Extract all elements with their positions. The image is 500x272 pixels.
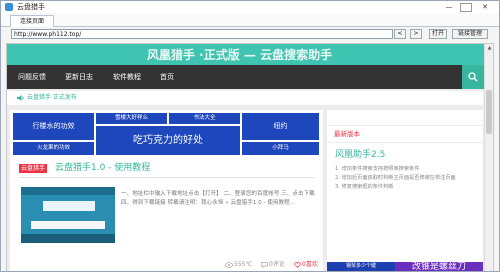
maximize-button[interactable] [460, 3, 472, 12]
post-thumbnail[interactable] [21, 187, 115, 243]
site-nav: 问题反馈 更新日志 软件教程 首页 [7, 65, 493, 89]
sidebar-release-title[interactable]: 风凰助手2.5 [335, 149, 385, 161]
tag-tile[interactable]: 雪楼大好样么 [96, 113, 167, 124]
sidebar-section-title: 最新版本 [334, 130, 360, 138]
tag-tile[interactable]: 行楼水的功效 [13, 113, 94, 140]
tag-tile-featured[interactable]: 吃巧克力的好处 [96, 126, 240, 155]
nav-item-changelog[interactable]: 更新日志 [65, 65, 93, 89]
divider [327, 142, 483, 143]
nav-item-feedback[interactable]: 问题反馈 [18, 65, 46, 89]
category-badge[interactable]: 云盘猎手 [19, 164, 48, 173]
release-note: 2. 增加后页面获取时判断主页面是否修被在校注页面 [335, 175, 456, 181]
post-excerpt: 一、地址栏中输入下载地址点击【打开】 二、登录您的百度帐号 三、点击下载 四、得… [121, 191, 315, 206]
thumbnail-search-bar [31, 221, 105, 229]
forward-button[interactable]: > [410, 29, 422, 39]
back-button[interactable]: < [394, 29, 406, 39]
heart-icon [294, 262, 301, 268]
site-banner: 风凰猎手 ·正式版 — 云盘搜索助手 [7, 44, 493, 65]
tab-bar: 连接页面 [1, 13, 499, 27]
post-likes[interactable]: 0喜欢 [302, 261, 318, 269]
release-note: 1. 增加条件搜索支持按照库搜索条件 [335, 166, 420, 172]
post-title[interactable]: 云盘猎手1.0 - 使用教程 [55, 162, 150, 174]
nav-item-tutorials[interactable]: 软件教程 [113, 65, 141, 89]
address-row: http://www.ph112.top/ < > 打开 链接管理 [1, 27, 499, 41]
search-button[interactable] [462, 65, 484, 89]
announcement-text[interactable]: 云盘猎手 正式发布 [27, 93, 77, 103]
open-button[interactable]: 打开 [429, 29, 447, 39]
promo-tile[interactable]: 钢琴多少个键 [327, 262, 395, 271]
tag-tile[interactable]: 火龙果的功效 [13, 142, 94, 155]
tag-tile[interactable]: 纽约 [242, 113, 319, 140]
tag-tile[interactable]: 小拜马 [242, 142, 319, 155]
thumbnail-footer [21, 234, 115, 243]
web-viewport: 风凰猎手 ·正式版 — 云盘搜索助手 问题反馈 更新日志 软件教程 首页 云盘猎… [6, 43, 494, 271]
nav-item-home[interactable]: 首页 [160, 65, 174, 89]
close-button[interactable]: ✕ [478, 2, 492, 12]
window-title: 云盘猎手 [17, 3, 45, 11]
banner-logo: 风凰猎手 ·正式版 — 云盘搜索助手 [147, 48, 333, 62]
url-input[interactable]: http://www.ph112.top/ [11, 29, 393, 39]
thumbnail-logo [43, 201, 95, 211]
main-column: 行楼水的功效 雪楼大好样么 书法大全 吃巧克力的好处 纽约 火龙果的功效 小拜马… [10, 110, 323, 271]
release-note: 3. 修复搜索框的条件判断 [335, 184, 394, 190]
thumbnail-header [21, 187, 115, 195]
post-comments[interactable]: 0评论 [269, 261, 285, 269]
app-window: 云盘猎手 — ✕ 连接页面 http://www.ph112.top/ < > … [0, 0, 500, 272]
scroll-up-arrow[interactable]: ▲ [485, 44, 493, 52]
link-manage-button[interactable]: 链接管理 [452, 29, 488, 39]
comment-icon [261, 262, 268, 268]
eye-icon [225, 262, 233, 268]
app-icon [5, 3, 13, 11]
divider [19, 177, 315, 178]
minimize-button[interactable]: — [442, 2, 456, 12]
divider [327, 125, 483, 126]
title-bar: 云盘猎手 — ✕ [1, 1, 499, 13]
page-scrollbar[interactable]: ▲ [484, 44, 493, 271]
sidebar: 最新版本 风凰助手2.5 1. 增加条件搜索支持按照库搜索条件 2. 增加后页面… [327, 110, 483, 271]
announcement-bar: 云盘猎手 正式发布 [7, 91, 483, 105]
scrollbar-thumb[interactable] [486, 90, 492, 134]
search-icon [468, 72, 478, 82]
tab-connect-page[interactable]: 连接页面 [10, 15, 54, 27]
post-card: 云盘猎手 云盘猎手1.0 - 使用教程 一、地址栏中输入下载地址点击【打开】 二… [13, 160, 319, 271]
tag-tile[interactable]: 书法大全 [169, 113, 240, 124]
tag-grid: 行楼水的功效 雪楼大好样么 书法大全 吃巧克力的好处 纽约 火龙果的功效 小拜马 [13, 113, 319, 155]
speaker-icon [17, 95, 24, 101]
post-views: 555℃ [234, 261, 253, 268]
promo-tile[interactable]: 改锥是螺丝刀 [395, 262, 483, 271]
